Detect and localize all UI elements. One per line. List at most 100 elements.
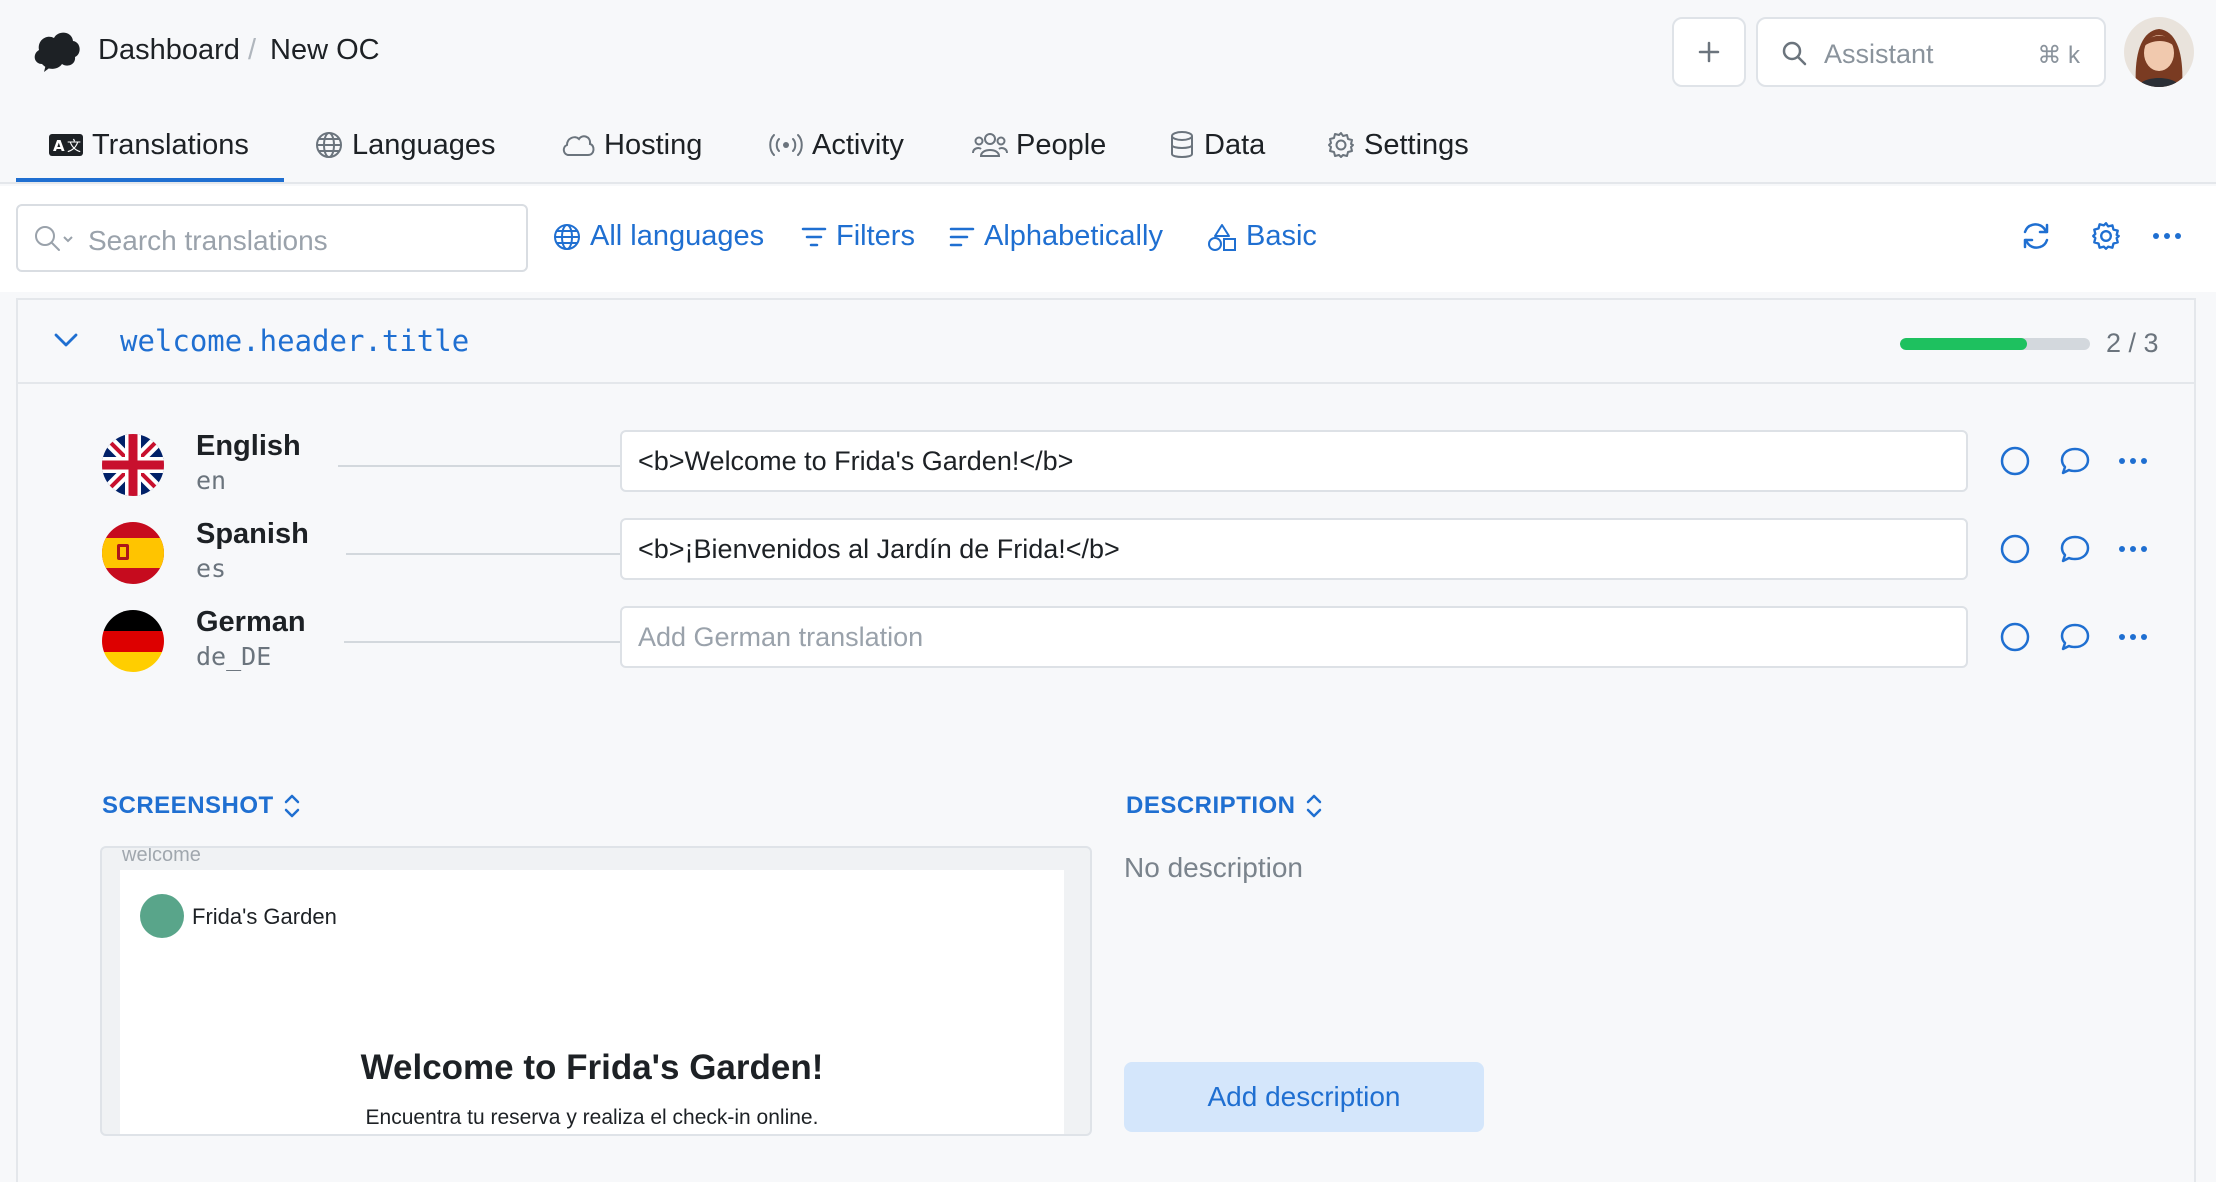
add-description-button[interactable]: Add description xyxy=(1124,1062,1484,1132)
spain-flag-icon xyxy=(102,522,164,584)
preview-top-text: welcome xyxy=(122,846,201,866)
sort-label: Alphabetically xyxy=(984,220,1163,252)
screenshot-preview[interactable]: welcome Frida's Garden Welcome to Frida'… xyxy=(100,846,1092,1136)
row-connector xyxy=(338,465,620,467)
assistant-search[interactable]: Assistant ⌘ k xyxy=(1756,17,2106,87)
chevron-up-down-icon xyxy=(1306,794,1321,818)
view-mode-button[interactable]: Basic xyxy=(1206,220,1317,253)
people-icon xyxy=(972,133,1008,157)
translate-icon: A文 xyxy=(49,134,83,156)
shapes-icon xyxy=(1208,223,1236,251)
chevron-up-down-icon xyxy=(284,794,299,818)
tab-label: Settings xyxy=(1364,128,1469,161)
language-name: Spanish xyxy=(196,518,309,550)
more-icon[interactable] xyxy=(2152,230,2182,242)
main-tabs: A文 Translations Languages Hosting Activi… xyxy=(0,106,2216,184)
language-code: es xyxy=(196,554,227,583)
translations-toolbar: Search translations All languages Filter… xyxy=(0,186,2216,292)
translation-progress-text: 2 / 3 xyxy=(2106,328,2159,358)
assistant-shortcut: ⌘ k xyxy=(2037,42,2080,69)
translation-row-es: Spanish es <b>¡Bienvenidos al Jardín de … xyxy=(18,512,2194,592)
chevron-down-icon[interactable] xyxy=(52,330,80,350)
language-filter-button[interactable]: All languages xyxy=(552,220,764,253)
gear-icon xyxy=(1328,132,1354,158)
avatar[interactable] xyxy=(2124,17,2194,87)
tab-label: Data xyxy=(1204,128,1266,161)
cloud-icon xyxy=(562,135,595,156)
preview-brand: Frida's Garden xyxy=(192,904,337,929)
refresh-icon[interactable] xyxy=(2020,220,2052,252)
screenshot-section-toggle[interactable]: SCREENSHOT xyxy=(102,792,302,820)
plus-icon xyxy=(1698,41,1720,63)
description-section-toggle[interactable]: DESCRIPTION xyxy=(1126,792,1324,820)
uk-flag-icon xyxy=(102,434,164,496)
language-filter-label: All languages xyxy=(590,220,765,252)
sort-icon xyxy=(949,227,975,246)
gear-icon[interactable] xyxy=(2090,220,2122,252)
tab-settings[interactable]: Settings xyxy=(1326,120,1469,170)
breadcrumb-separator: / xyxy=(248,34,257,66)
tab-activity[interactable]: Activity xyxy=(768,120,904,170)
globe-icon xyxy=(554,223,580,250)
filter-icon xyxy=(801,227,827,246)
filters-button[interactable]: Filters xyxy=(800,220,915,253)
search-icon xyxy=(35,226,73,251)
tab-label: Hosting xyxy=(604,128,703,161)
preview-subtitle: Encuentra tu reserva y realiza el check-… xyxy=(365,1106,819,1129)
translation-input-es[interactable]: <b>¡Bienvenidos al Jardín de Frida!</b> xyxy=(620,518,1968,580)
tab-label: Languages xyxy=(352,128,496,161)
row-connector xyxy=(346,553,620,555)
preview-title: Welcome to Frida's Garden! xyxy=(360,1048,824,1087)
svg-text:文: 文 xyxy=(67,139,81,155)
search-translations-input[interactable]: Search translations xyxy=(16,204,528,272)
comment-icon[interactable] xyxy=(2058,532,2092,566)
search-placeholder: Search translations xyxy=(88,225,328,256)
tab-languages[interactable]: Languages xyxy=(314,120,496,170)
description-section-label: DESCRIPTION xyxy=(1126,792,1296,819)
translation-key-card: welcome.header.title 2 / 3 English en <b… xyxy=(16,298,2196,1182)
tab-label: Activity xyxy=(812,128,904,161)
preview-page: Frida's Garden Welcome to Frida's Garden… xyxy=(120,870,1064,1134)
active-tab-indicator xyxy=(16,178,284,182)
state-circle-icon[interactable] xyxy=(1998,532,2032,566)
breadcrumb-dashboard[interactable]: Dashboard xyxy=(98,34,240,67)
add-button[interactable] xyxy=(1672,17,1746,87)
tab-data[interactable]: Data xyxy=(1168,120,1265,170)
progress-fill xyxy=(1900,338,2027,350)
cloud-logo-icon[interactable] xyxy=(32,28,82,74)
tab-people[interactable]: People xyxy=(972,120,1106,170)
germany-flag-icon xyxy=(102,610,164,672)
search-icon xyxy=(1782,41,1807,66)
preview-logo-dot xyxy=(140,894,184,938)
database-icon xyxy=(1171,131,1193,158)
translation-progress-bar xyxy=(1900,338,2090,350)
comment-icon[interactable] xyxy=(2058,444,2092,478)
more-icon[interactable] xyxy=(2118,543,2148,555)
top-bar: Dashboard / New OC Assistant ⌘ k xyxy=(0,0,2216,106)
language-code: en xyxy=(196,466,227,495)
translation-key-name[interactable]: welcome.header.title xyxy=(120,324,469,358)
state-circle-icon[interactable] xyxy=(1998,444,2032,478)
sort-button[interactable]: Alphabetically xyxy=(948,220,1163,253)
state-circle-icon[interactable] xyxy=(1998,620,2032,654)
more-icon[interactable] xyxy=(2118,455,2148,467)
screenshot-section-label: SCREENSHOT xyxy=(102,792,274,819)
assistant-placeholder: Assistant xyxy=(1824,39,1934,69)
tab-hosting[interactable]: Hosting xyxy=(560,120,702,170)
comment-icon[interactable] xyxy=(2058,620,2092,654)
translation-row-en: English en <b>Welcome to Frida's Garden!… xyxy=(18,424,2194,504)
breadcrumb-project: New OC xyxy=(270,34,380,66)
more-icon[interactable] xyxy=(2118,631,2148,643)
svg-text:A: A xyxy=(53,137,65,155)
broadcast-icon xyxy=(769,134,803,156)
translation-input-de[interactable]: Add German translation xyxy=(620,606,1968,668)
key-header[interactable]: welcome.header.title 2 / 3 xyxy=(18,298,2194,384)
tab-translations[interactable]: A文 Translations xyxy=(48,120,249,170)
translation-input-en[interactable]: <b>Welcome to Frida's Garden!</b> xyxy=(620,430,1968,492)
tab-label: People xyxy=(1016,128,1107,161)
view-mode-label: Basic xyxy=(1246,220,1317,252)
language-code: de_DE xyxy=(196,642,272,671)
row-connector xyxy=(344,641,620,643)
language-name: German xyxy=(196,606,306,638)
filters-label: Filters xyxy=(836,220,915,252)
